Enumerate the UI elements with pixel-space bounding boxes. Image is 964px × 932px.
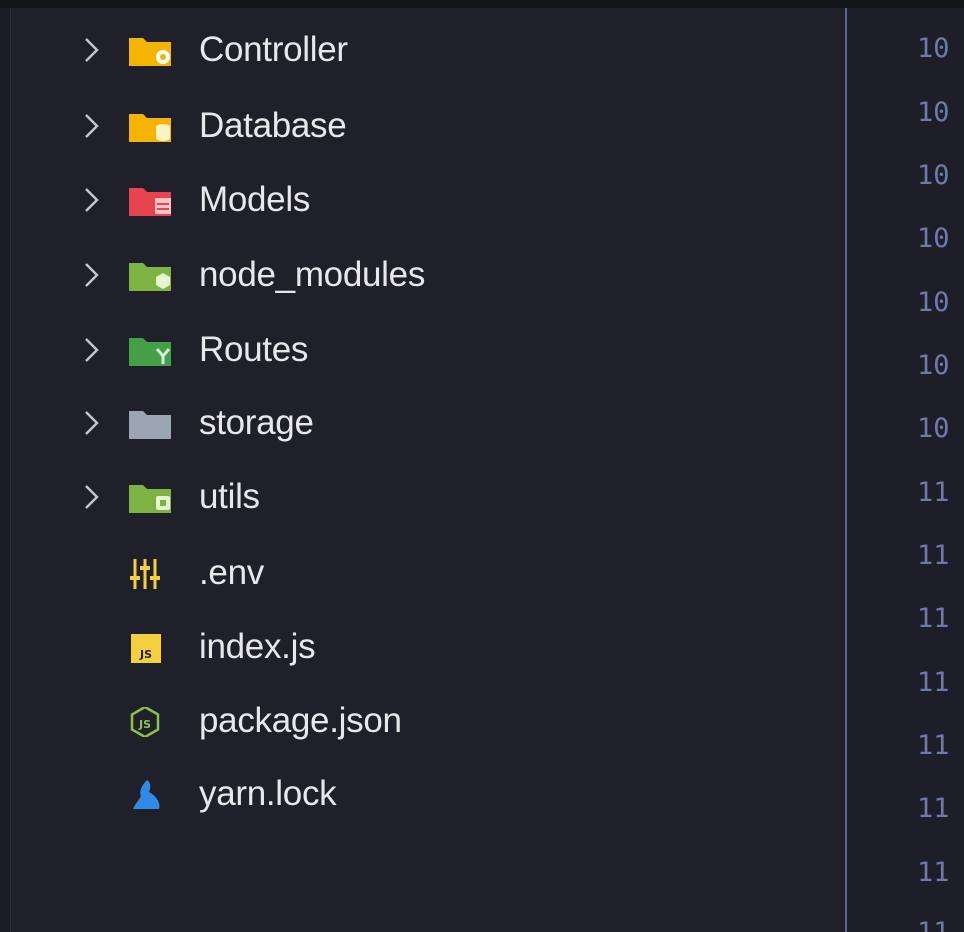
line-number: 10 bbox=[917, 97, 950, 128]
line-number: 10 bbox=[917, 287, 950, 318]
tree-item-routes[interactable]: Routes bbox=[11, 316, 846, 384]
svg-text:JS: JS bbox=[138, 718, 151, 731]
tree-item-label: Database bbox=[199, 106, 347, 145]
editor-window: Controller Database Models node_modules … bbox=[0, 0, 964, 932]
nodejs-icon: JS bbox=[130, 707, 160, 737]
folder-icon bbox=[129, 411, 171, 439]
line-number: 11 bbox=[917, 667, 950, 698]
folder-database-icon bbox=[129, 114, 171, 142]
folder-controller-icon bbox=[129, 38, 171, 66]
tree-item-label: .env bbox=[199, 553, 264, 592]
line-number: 11 bbox=[917, 793, 950, 824]
line-number: 11 bbox=[917, 730, 950, 761]
tree-item-storage[interactable]: storage bbox=[11, 389, 846, 457]
tree-item-label: Routes bbox=[199, 330, 309, 369]
tree-item-node-modules[interactable]: node_modules bbox=[11, 241, 846, 309]
chevron-right-icon[interactable] bbox=[81, 261, 103, 289]
tree-item-label: Models bbox=[199, 180, 311, 219]
tree-item-index-js[interactable]: JS index.js bbox=[11, 613, 846, 681]
tree-item-controller[interactable]: Controller bbox=[11, 16, 846, 84]
line-number: 10 bbox=[917, 160, 950, 191]
javascript-icon: JS bbox=[131, 634, 161, 663]
line-number: 11 bbox=[917, 603, 950, 634]
folder-node-icon bbox=[129, 263, 171, 291]
env-settings-icon bbox=[130, 559, 160, 589]
chevron-right-icon[interactable] bbox=[81, 36, 103, 64]
tree-item-package-json[interactable]: JS package.json bbox=[11, 687, 846, 755]
tree-item-label: storage bbox=[199, 403, 314, 442]
chevron-right-icon[interactable] bbox=[81, 483, 103, 511]
chevron-right-icon[interactable] bbox=[81, 112, 103, 140]
folder-models-icon bbox=[129, 188, 171, 216]
line-number: 10 bbox=[917, 413, 950, 444]
tree-item-label: Controller bbox=[199, 30, 348, 69]
chevron-right-icon[interactable] bbox=[81, 186, 103, 214]
tree-item-database[interactable]: Database bbox=[11, 92, 846, 160]
tree-item-yarn-lock[interactable]: yarn.lock bbox=[11, 760, 846, 828]
tree-item-utils[interactable]: utils bbox=[11, 463, 846, 531]
line-number: 11 bbox=[917, 540, 950, 571]
tree-item-label: yarn.lock bbox=[199, 774, 337, 813]
folder-utils-icon bbox=[129, 485, 171, 513]
folder-routes-icon bbox=[129, 338, 171, 366]
title-strip bbox=[0, 0, 964, 8]
line-number: 10 bbox=[917, 33, 950, 64]
tree-item-models[interactable]: Models bbox=[11, 166, 846, 234]
line-number: 11 bbox=[917, 477, 950, 508]
line-number: 11 bbox=[917, 857, 950, 888]
chevron-right-icon[interactable] bbox=[81, 409, 103, 437]
tree-item-label: index.js bbox=[199, 627, 316, 666]
editor-gutter: 10 10 10 10 10 10 10 11 11 11 11 11 11 1… bbox=[847, 8, 964, 932]
chevron-right-icon[interactable] bbox=[81, 336, 103, 364]
svg-text:JS: JS bbox=[139, 648, 152, 661]
tree-item-label: utils bbox=[199, 477, 260, 516]
tree-item-label: package.json bbox=[199, 701, 402, 740]
line-number: 11 bbox=[917, 918, 950, 932]
line-number: 10 bbox=[917, 223, 950, 254]
tree-item-label: node_modules bbox=[199, 255, 426, 294]
file-explorer: Controller Database Models node_modules … bbox=[10, 8, 846, 932]
line-number: 10 bbox=[917, 350, 950, 381]
yarn-icon bbox=[133, 780, 160, 809]
tree-item-env[interactable]: .env bbox=[11, 539, 846, 607]
